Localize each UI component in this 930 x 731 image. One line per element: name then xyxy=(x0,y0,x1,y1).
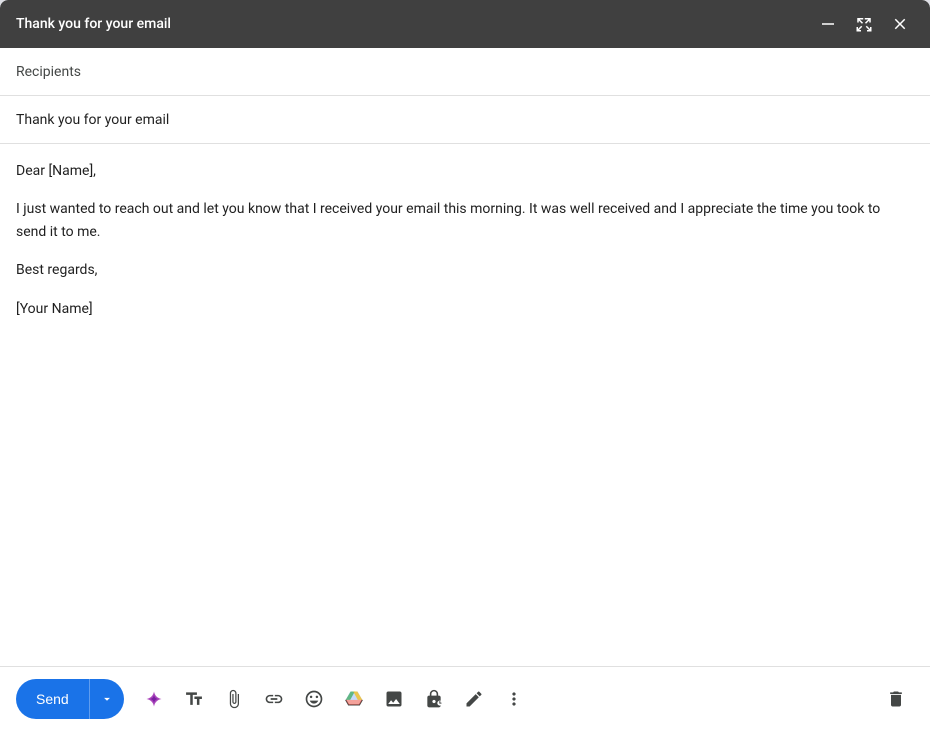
compose-header-actions xyxy=(814,10,914,38)
delete-button[interactable] xyxy=(878,681,914,717)
ai-assist-button[interactable] xyxy=(136,681,172,717)
more-options-button[interactable] xyxy=(496,681,532,717)
compose-header: Thank you for your email xyxy=(0,0,930,48)
attach-file-button[interactable] xyxy=(216,681,252,717)
compose-window: Thank you for your email Recipients Than… xyxy=(0,0,930,731)
recipients-placeholder: Recipients xyxy=(16,64,81,80)
send-button-group: Send xyxy=(16,679,124,719)
send-button[interactable]: Send xyxy=(16,679,89,719)
recipients-field[interactable]: Recipients xyxy=(0,48,930,96)
close-button[interactable] xyxy=(886,10,914,38)
subject-value: Thank you for your email xyxy=(16,112,169,128)
send-dropdown-button[interactable] xyxy=(89,679,124,719)
compose-title: Thank you for your email xyxy=(16,16,171,32)
greeting-line: Dear [Name], xyxy=(16,160,914,182)
format-text-button[interactable] xyxy=(176,681,212,717)
minimize-button[interactable] xyxy=(814,10,842,38)
insert-link-button[interactable] xyxy=(256,681,292,717)
body-paragraph: I just wanted to reach out and let you k… xyxy=(16,198,914,243)
confidential-button[interactable] xyxy=(416,681,452,717)
compose-toolbar: Send xyxy=(0,666,930,731)
drive-button[interactable] xyxy=(336,681,372,717)
emoji-button[interactable] xyxy=(296,681,332,717)
expand-button[interactable] xyxy=(850,10,878,38)
closing-line: Best regards, xyxy=(16,259,914,281)
signature-line: [Your Name] xyxy=(16,298,914,320)
compose-body[interactable]: Dear [Name], I just wanted to reach out … xyxy=(0,144,930,666)
subject-field[interactable]: Thank you for your email xyxy=(0,96,930,144)
insert-photo-button[interactable] xyxy=(376,681,412,717)
signature-button[interactable] xyxy=(456,681,492,717)
